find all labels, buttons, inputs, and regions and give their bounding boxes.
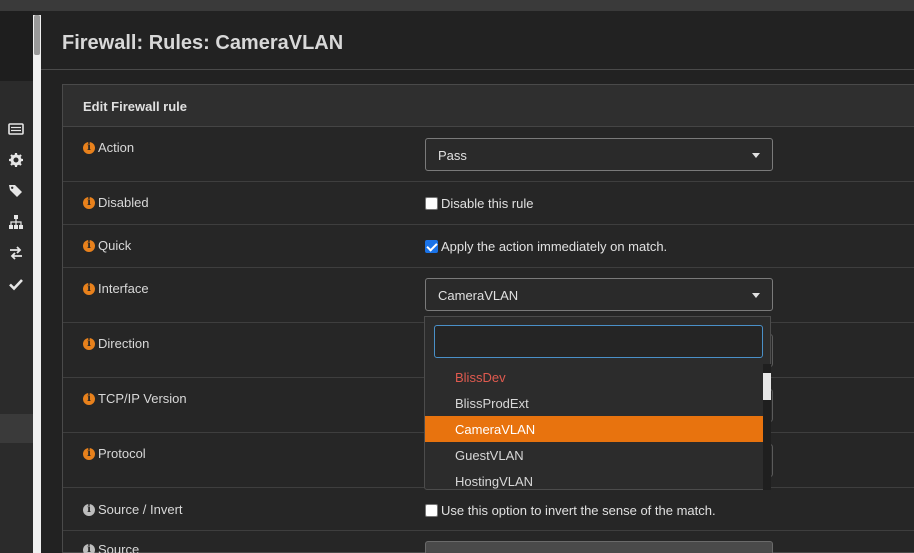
interface-option[interactable]: BlissProdExt <box>425 390 763 416</box>
row-source: i Source <box>63 531 914 553</box>
action-select-value: Pass <box>438 148 467 163</box>
info-icon[interactable]: i <box>83 282 95 295</box>
direction-label-text: Direction <box>98 336 150 351</box>
exchange-icon[interactable] <box>8 245 24 261</box>
interface-select-value: CameraVLAN <box>438 288 519 303</box>
page-title: Firewall: Rules: CameraVLAN <box>62 32 344 54</box>
top-bar <box>0 0 914 11</box>
protocol-label-text: Protocol <box>98 446 146 461</box>
quick-checkbox[interactable] <box>425 240 438 253</box>
sidebar-logo-area <box>0 11 33 81</box>
panel-heading: Edit Firewall rule <box>63 85 914 127</box>
gear-icon[interactable] <box>8 152 24 168</box>
row-quick: i Quick Apply the action immediately on … <box>63 225 914 268</box>
row-action: i Action Pass <box>63 127 914 182</box>
source-label: i Source <box>83 542 139 553</box>
interface-select[interactable]: CameraVLAN <box>425 278 773 311</box>
info-icon[interactable]: i <box>83 239 95 252</box>
dropdown-scrollbar[interactable] <box>763 364 771 490</box>
sidebar <box>0 11 33 553</box>
quick-label: i Quick <box>83 238 131 253</box>
interface-dropdown: BlissDev BlissProdExt CameraVLAN GuestVLAN H… <box>424 316 771 490</box>
dropdown-scrollbar-thumb[interactable] <box>763 373 771 400</box>
direction-label: i Direction <box>83 336 149 351</box>
sitemap-icon[interactable] <box>8 214 24 230</box>
source-invert-label-text: Source / Invert <box>98 502 183 517</box>
source-select[interactable] <box>425 541 773 553</box>
row-interface: i Interface CameraVLAN <box>63 268 914 323</box>
chevron-down-icon <box>752 293 760 298</box>
interface-options-list: BlissDev BlissProdExt CameraVLAN GuestVLAN H… <box>425 364 763 490</box>
interface-option[interactable]: BlissDev <box>425 364 763 390</box>
source-label-text: Source <box>98 542 140 553</box>
action-label-text: Action <box>98 140 135 155</box>
page-scrollbar[interactable] <box>33 15 41 553</box>
info-icon[interactable]: i <box>83 141 95 154</box>
source-invert-checkbox[interactable] <box>425 504 438 517</box>
source-invert-checkbox-label[interactable]: Use this option to invert the sense of t… <box>441 503 716 518</box>
disabled-checkbox[interactable] <box>425 197 438 210</box>
info-icon[interactable]: i <box>83 447 95 460</box>
protocol-label: i Protocol <box>83 446 146 461</box>
list-icon[interactable] <box>8 121 24 137</box>
chevron-down-icon <box>752 153 760 158</box>
quick-label-text: Quick <box>98 238 132 253</box>
check-icon[interactable] <box>8 276 24 292</box>
disabled-label: i Disabled <box>83 195 149 210</box>
page-scrollbar-thumb[interactable] <box>34 15 40 55</box>
source-invert-label: i Source / Invert <box>83 502 183 517</box>
interface-option[interactable]: CameraVLAN <box>425 416 763 442</box>
row-disabled: i Disabled Disable this rule <box>63 182 914 225</box>
disabled-checkbox-group: Disable this rule <box>425 196 534 211</box>
info-icon[interactable]: i <box>83 503 95 516</box>
tcpip-version-label: i TCP/IP Version <box>83 391 187 406</box>
source-invert-checkbox-group: Use this option to invert the sense of t… <box>425 503 716 518</box>
tcpip-version-label-text: TCP/IP Version <box>98 391 187 406</box>
quick-checkbox-group: Apply the action immediately on match. <box>425 239 667 254</box>
row-source-invert: i Source / Invert Use this option to inv… <box>63 488 914 531</box>
info-icon[interactable]: i <box>83 196 95 209</box>
title-divider <box>41 69 914 70</box>
interface-search-input[interactable] <box>434 325 763 358</box>
interface-label-text: Interface <box>98 281 149 296</box>
tags-icon[interactable] <box>8 183 24 199</box>
info-icon[interactable]: i <box>83 337 95 350</box>
disabled-checkbox-label[interactable]: Disable this rule <box>441 196 534 211</box>
info-icon[interactable]: i <box>83 392 95 405</box>
interface-option[interactable]: GuestVLAN <box>425 442 763 468</box>
disabled-label-text: Disabled <box>98 195 149 210</box>
action-label: i Action <box>83 140 134 155</box>
interface-label: i Interface <box>83 281 149 296</box>
action-select[interactable]: Pass <box>425 138 773 171</box>
info-icon[interactable]: i <box>83 543 95 553</box>
sidebar-selected-item[interactable] <box>0 414 33 443</box>
quick-checkbox-label[interactable]: Apply the action immediately on match. <box>441 239 667 254</box>
interface-option[interactable]: HostingVLAN <box>425 468 763 490</box>
